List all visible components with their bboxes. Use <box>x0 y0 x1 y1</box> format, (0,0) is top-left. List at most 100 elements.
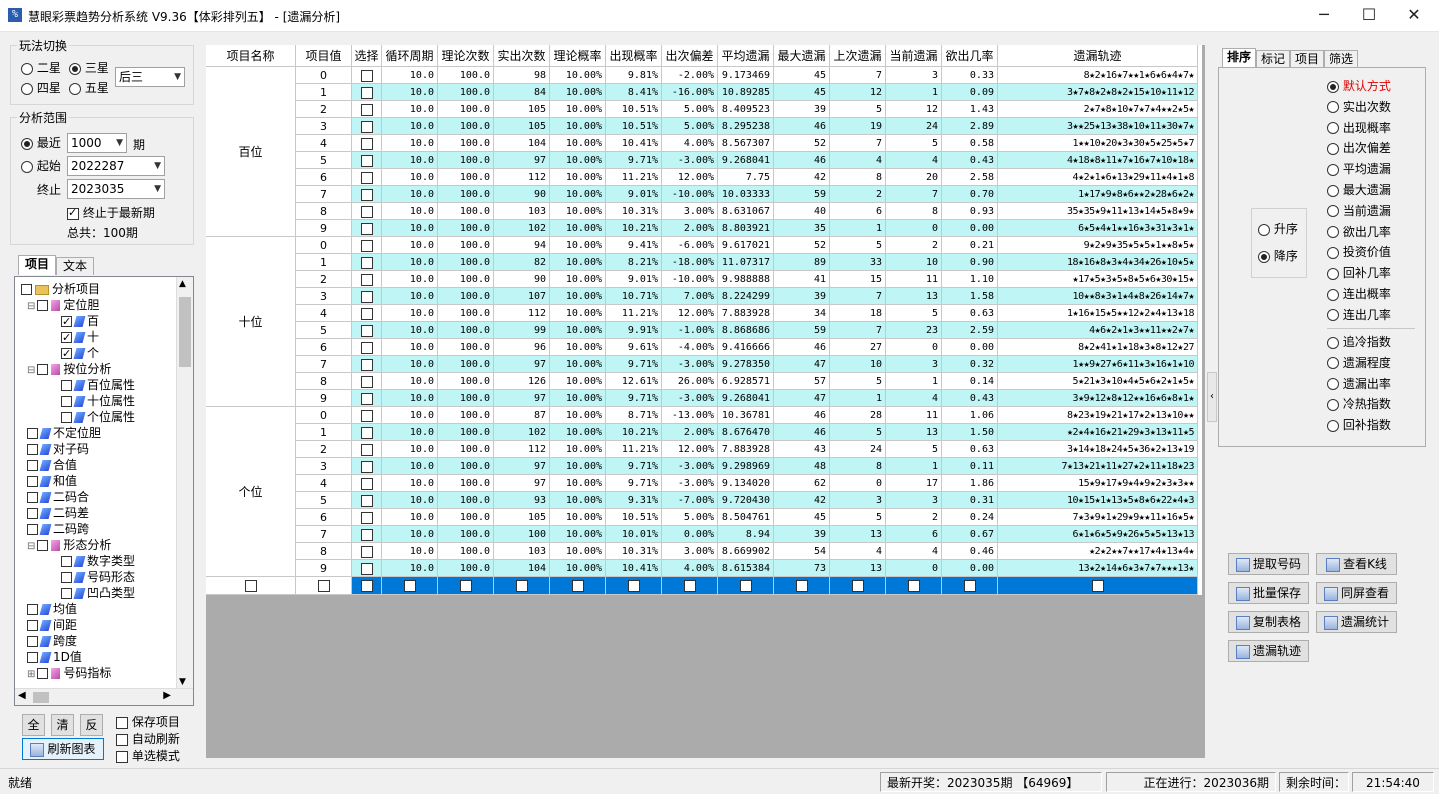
tab-items[interactable]: 项目 <box>18 255 56 275</box>
row-select-checkbox[interactable] <box>352 101 382 118</box>
radio-three-star[interactable]: 三星 <box>69 59 109 76</box>
checkbox-box[interactable] <box>360 427 373 439</box>
checkbox-box[interactable] <box>244 580 257 592</box>
row-select-checkbox[interactable] <box>352 186 382 203</box>
row-select-checkbox[interactable] <box>352 203 382 220</box>
scroll-right-icon[interactable]: ▶ <box>163 690 171 701</box>
column-header[interactable]: 平均遗漏 <box>718 45 774 67</box>
tree-item[interactable]: ⊞ 号码指标 <box>27 665 111 681</box>
tree-checkbox[interactable] <box>61 588 72 599</box>
column-header[interactable]: 项目值 <box>296 45 352 67</box>
close-button[interactable]: ✕ <box>1391 0 1437 31</box>
tree-item[interactable]: 二码跨 <box>27 521 89 537</box>
row-select-checkbox[interactable] <box>352 373 382 390</box>
scroll-up-icon[interactable]: ▲ <box>179 279 186 289</box>
sort-option[interactable]: 实出次数 <box>1327 97 1391 117</box>
tree-checkbox[interactable] <box>61 556 72 567</box>
position-combo[interactable]: 后三 ▼ <box>115 67 185 87</box>
radio-start[interactable]: 起始 <box>21 157 61 174</box>
radio-circle[interactable] <box>21 160 33 173</box>
tree-checkbox[interactable] <box>27 428 38 439</box>
checkbox-box[interactable] <box>1091 580 1104 592</box>
summary-row-cell[interactable] <box>494 577 550 595</box>
tree-vertical-scrollbar[interactable]: ▲ ▼ <box>176 277 193 689</box>
column-header[interactable]: 项目名称 <box>206 45 296 67</box>
row-select-checkbox[interactable] <box>352 305 382 322</box>
checkbox-box[interactable] <box>907 580 920 592</box>
tree-checkbox[interactable] <box>61 572 72 583</box>
radio-circle[interactable] <box>1327 288 1339 301</box>
checkbox-box[interactable] <box>116 750 128 763</box>
tree-item[interactable]: 二码合 <box>27 489 89 505</box>
checkbox-box[interactable] <box>360 121 373 133</box>
tree-item[interactable]: 和值 <box>27 473 77 489</box>
column-header[interactable]: 循环周期 <box>382 45 438 67</box>
checkbox-box[interactable] <box>360 104 373 116</box>
checkbox-box[interactable] <box>360 172 373 184</box>
sort-option[interactable]: 最大遗漏 <box>1327 180 1391 200</box>
tree-item[interactable]: 1D值 <box>27 649 82 665</box>
row-select-checkbox[interactable] <box>352 390 382 407</box>
radio-two-star[interactable]: 二星 <box>21 59 61 76</box>
checkbox-box[interactable] <box>963 580 976 592</box>
checkbox-box[interactable] <box>360 274 373 286</box>
sort-option[interactable]: 回补几率 <box>1327 263 1391 283</box>
auto-refresh-checkbox[interactable]: 自动刷新 <box>116 730 180 747</box>
checkbox-box[interactable] <box>360 138 373 150</box>
tree-checkbox[interactable] <box>61 346 72 362</box>
radio-circle[interactable] <box>1327 101 1339 114</box>
summary-row-cell[interactable] <box>438 577 494 595</box>
tree-item[interactable]: 均值 <box>27 601 77 617</box>
radio-circle[interactable] <box>1327 267 1339 280</box>
summary-row-cell[interactable] <box>886 577 942 595</box>
summary-row-cell[interactable] <box>774 577 830 595</box>
invert-button[interactable]: 反 <box>80 714 103 736</box>
column-header[interactable]: 理论概率 <box>550 45 606 67</box>
select-all-button[interactable]: 全 <box>22 714 45 736</box>
tree-checkbox[interactable] <box>27 444 38 455</box>
row-select-checkbox[interactable] <box>352 254 382 271</box>
tree-item[interactable]: 号码形态 <box>61 569 135 585</box>
tree-expander-icon[interactable]: ⊞ <box>27 669 35 680</box>
checkbox-box[interactable] <box>360 342 373 354</box>
checkbox-box[interactable] <box>360 257 373 269</box>
tree-item[interactable]: ⊟ 按位分析 <box>27 361 111 377</box>
checkbox-box[interactable] <box>360 189 373 201</box>
copy-table-button[interactable]: 复制表格 <box>1228 611 1309 633</box>
checkbox-box[interactable] <box>851 580 864 592</box>
sort-option[interactable]: 平均遗漏 <box>1327 159 1391 179</box>
checkbox-box[interactable] <box>360 308 373 320</box>
extract-numbers-button[interactable]: 提取号码 <box>1228 553 1309 575</box>
checkbox-box[interactable] <box>459 580 472 592</box>
row-select-checkbox[interactable] <box>352 475 382 492</box>
checkbox-box[interactable] <box>515 580 528 592</box>
row-select-checkbox[interactable] <box>352 492 382 509</box>
radio-circle[interactable] <box>1327 357 1339 370</box>
radio-circle[interactable] <box>1327 336 1339 349</box>
checkbox-box[interactable] <box>67 206 79 220</box>
column-header[interactable]: 选择 <box>352 45 382 67</box>
summary-row-cell[interactable] <box>662 577 718 595</box>
checkbox-box[interactable] <box>360 580 373 592</box>
checkbox-box[interactable] <box>360 376 373 388</box>
tree-expander-icon[interactable]: ⊟ <box>27 365 35 376</box>
radio-circle[interactable] <box>1327 184 1339 197</box>
sort-desc-radio[interactable]: 降序 <box>1258 246 1298 266</box>
tree-item[interactable]: 数字类型 <box>61 553 135 569</box>
row-select-checkbox[interactable] <box>352 339 382 356</box>
radio-circle[interactable] <box>1327 226 1339 239</box>
tree-expander-icon[interactable]: ⊟ <box>27 541 35 552</box>
row-select-checkbox[interactable] <box>352 220 382 237</box>
tree-item[interactable]: 间距 <box>27 617 77 633</box>
checkbox-box[interactable] <box>739 580 752 592</box>
tree-item[interactable]: 凹凸类型 <box>61 585 135 601</box>
column-header[interactable]: 最大遗漏 <box>774 45 830 67</box>
checkbox-box[interactable] <box>360 495 373 507</box>
tree-checkbox[interactable] <box>27 492 38 503</box>
radio-circle[interactable] <box>21 82 33 95</box>
radio-circle[interactable] <box>69 62 81 75</box>
tab-text[interactable]: 文本 <box>56 257 94 275</box>
sort-option[interactable]: 当前遗漏 <box>1327 201 1391 221</box>
tree-checkbox[interactable] <box>61 380 72 391</box>
tree-item[interactable]: 分析项目 <box>21 281 100 297</box>
